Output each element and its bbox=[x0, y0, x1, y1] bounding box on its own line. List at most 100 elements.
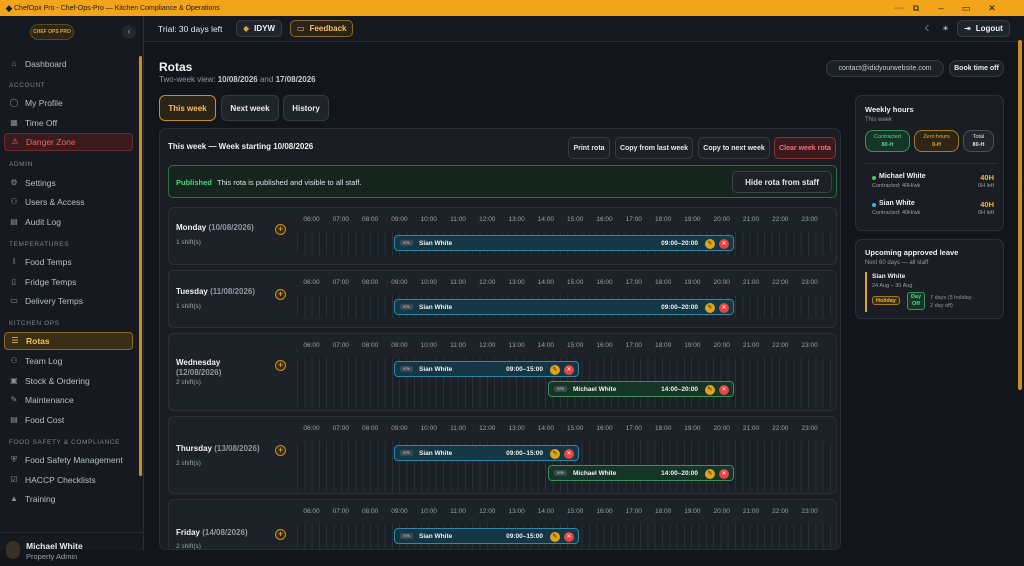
shift-bar[interactable]: KPA Sian White 09:00–15:00 ✎ ✕ bbox=[394, 445, 579, 461]
delete-shift-icon[interactable]: ✕ bbox=[719, 303, 729, 313]
copy-from-last-week-button[interactable]: Copy from last week bbox=[615, 137, 693, 159]
sidebar-item-maintenance[interactable]: ✎ Maintenance bbox=[4, 391, 133, 409]
hour-label: 14:00 bbox=[537, 279, 555, 286]
hour-label: 19:00 bbox=[684, 216, 701, 223]
maximize-icon[interactable]: ▭ bbox=[960, 2, 972, 14]
sidebar-item-food-temps[interactable]: Ⅰ Food Temps bbox=[4, 253, 133, 271]
delete-shift-icon[interactable]: ✕ bbox=[719, 385, 729, 395]
delete-shift-icon[interactable]: ✕ bbox=[719, 469, 729, 479]
sidebar-item-stock-ordering[interactable]: ▣ Stock & Ordering bbox=[4, 372, 133, 390]
clipboard-icon: ▤ bbox=[10, 217, 18, 226]
hour-label: 12:00 bbox=[479, 508, 496, 515]
tab-next-week[interactable]: Next week bbox=[221, 95, 279, 121]
print-rota-button[interactable]: Print rota bbox=[568, 137, 610, 159]
logout-button[interactable]: ⇥ Logout bbox=[957, 20, 1010, 37]
shift-bar[interactable]: KPA Sian White 09:00–20:00 ✎ ✕ bbox=[394, 299, 734, 315]
status-badge: Published bbox=[176, 178, 212, 187]
sidebar-item-dashboard[interactable]: ⌂ Dashboard bbox=[4, 55, 133, 73]
logout-icon: ⇥ bbox=[964, 24, 971, 33]
staff-hours-row: Sian White Contracted: 40H/wk 40H 0H lef… bbox=[872, 200, 994, 216]
edit-shift-icon[interactable]: ✎ bbox=[550, 365, 560, 375]
day-card-thursday: Thursday (13/08/2026) 2 shift(s) + 06:00… bbox=[168, 416, 837, 494]
edit-shift-icon[interactable]: ✎ bbox=[705, 385, 715, 395]
edit-shift-icon[interactable]: ✎ bbox=[705, 469, 715, 479]
edit-shift-icon[interactable]: ✎ bbox=[550, 449, 560, 459]
timeline: 06:00 07:00 08:00 09:00 10:00 11:00 12:00 13:00… bbox=[297, 279, 831, 325]
delete-shift-icon[interactable]: ✕ bbox=[564, 365, 574, 375]
hour-label: 16:00 bbox=[596, 216, 613, 223]
hour-label: 17:00 bbox=[625, 279, 642, 286]
shift-bar[interactable]: KPA Michael White 14:00–20:00 ✎ ✕ bbox=[548, 465, 734, 481]
tab-this-week[interactable]: This week bbox=[159, 95, 216, 121]
hour-label: 13:00 bbox=[508, 216, 525, 223]
section-temperatures: TEMPERATURES bbox=[9, 241, 70, 248]
feedback-button[interactable]: ▭ Feedback bbox=[290, 20, 354, 37]
add-shift-button[interactable]: + bbox=[275, 529, 286, 540]
window-menu-icon[interactable]: ⋯ bbox=[893, 2, 905, 14]
section-kitchen-ops: KITCHEN OPS bbox=[9, 320, 60, 327]
org-switcher[interactable]: ◆ IDYW bbox=[236, 20, 283, 37]
hour-label: 21:00 bbox=[742, 342, 760, 349]
hide-rota-button[interactable]: Hide rota from staff bbox=[732, 171, 832, 193]
sidebar-item-danger-zone[interactable]: ⚠ Danger Zone bbox=[4, 133, 133, 151]
sidebar-item-audit-log[interactable]: ▤ Audit Log bbox=[4, 213, 133, 231]
book-time-off-button[interactable]: Book time off bbox=[949, 60, 1004, 77]
hour-label: 19:00 bbox=[684, 279, 701, 286]
shift-bar[interactable]: KPA Sian White 09:00–15:00 ✎ ✕ bbox=[394, 528, 579, 544]
leave-subtitle: Next 60 days — all staff bbox=[865, 260, 929, 266]
collapse-sidebar-icon[interactable]: ‹ bbox=[122, 25, 136, 39]
delete-shift-icon[interactable]: ✕ bbox=[719, 239, 729, 249]
shift-bar[interactable]: KPA Sian White 09:00–20:00 ✎ ✕ bbox=[394, 235, 734, 251]
total-chip: Total 80-H bbox=[963, 130, 994, 152]
edit-shift-icon[interactable]: ✎ bbox=[705, 303, 715, 313]
clear-week-rota-button[interactable]: Clear week rota bbox=[774, 137, 836, 159]
hour-label: 06:00 bbox=[303, 279, 320, 286]
minimize-icon[interactable]: – bbox=[935, 2, 947, 14]
edit-shift-icon[interactable]: ✎ bbox=[550, 532, 560, 542]
status-dot bbox=[872, 203, 876, 207]
hour-label: 11:00 bbox=[450, 279, 466, 286]
tab-history[interactable]: History bbox=[283, 95, 329, 121]
hour-label: 08:00 bbox=[361, 216, 379, 223]
shift-bar[interactable]: KPA Sian White 09:00–15:00 ✎ ✕ bbox=[394, 361, 579, 377]
sidebar-item-food-cost[interactable]: ▤ Food Cost bbox=[4, 411, 133, 429]
add-shift-button[interactable]: + bbox=[275, 445, 286, 456]
dark-mode-icon[interactable]: ☾ bbox=[920, 20, 937, 37]
contact-email[interactable]: contact@ididyourwebsite.com bbox=[826, 60, 944, 77]
hour-label: 17:00 bbox=[625, 508, 642, 515]
hour-label: 21:00 bbox=[742, 425, 760, 432]
close-window-icon[interactable]: ✕ bbox=[986, 2, 998, 14]
sidebar-item-users-access[interactable]: ⚇ Users & Access bbox=[4, 193, 133, 211]
extensions-icon[interactable]: ⧉ bbox=[910, 2, 922, 14]
sidebar-item-rotas[interactable]: ☰ Rotas bbox=[4, 332, 133, 350]
add-shift-button[interactable]: + bbox=[275, 289, 286, 300]
sidebar-item-settings[interactable]: ⚙ Settings bbox=[4, 174, 133, 192]
hour-label: 20:00 bbox=[713, 216, 730, 223]
sidebar-scrollbar[interactable] bbox=[139, 56, 142, 476]
hour-label: 18:00 bbox=[654, 279, 672, 286]
add-shift-button[interactable]: + bbox=[275, 224, 286, 235]
sidebar-item-fridge-temps[interactable]: ▯ Fridge Temps bbox=[4, 273, 133, 291]
delete-shift-icon[interactable]: ✕ bbox=[564, 449, 574, 459]
sidebar-item-delivery-temps[interactable]: ▭ Delivery Temps bbox=[4, 292, 133, 310]
sidebar-item-haccp-checklists[interactable]: ☑ HACCP Checklists bbox=[4, 471, 133, 489]
hour-label: 10:00 bbox=[420, 279, 437, 286]
main-scrollbar[interactable] bbox=[1018, 40, 1022, 390]
hour-label: 14:00 bbox=[537, 508, 555, 515]
add-shift-button[interactable]: + bbox=[275, 360, 286, 371]
sidebar-item-food-safety-management[interactable]: ⛨ Food Safety Management bbox=[4, 451, 133, 469]
sidebar-item-team-log[interactable]: ⚇ Team Log bbox=[4, 352, 133, 370]
delete-shift-icon[interactable]: ✕ bbox=[564, 532, 574, 542]
sidebar-item-time-off[interactable]: ▦ Time Off bbox=[4, 114, 133, 132]
sidebar-item-training[interactable]: ▲ Training bbox=[4, 490, 133, 508]
shift-count: 2 shift(s) bbox=[176, 460, 201, 467]
shift-bar[interactable]: KPA Michael White 14:00–20:00 ✎ ✕ bbox=[548, 381, 734, 397]
sidebar-item-my-profile[interactable]: ◯ My Profile bbox=[4, 94, 133, 112]
light-mode-icon[interactable]: ☀ bbox=[937, 20, 954, 37]
hour-label: 23:00 bbox=[801, 279, 818, 286]
rota-panel: This week — Week starting 10/08/2026 Pri… bbox=[159, 128, 841, 550]
user-profile[interactable]: Michael White Property Admin bbox=[0, 532, 143, 566]
hour-label: 11:00 bbox=[450, 508, 466, 515]
copy-to-next-week-button[interactable]: Copy to next week bbox=[698, 137, 770, 159]
edit-shift-icon[interactable]: ✎ bbox=[705, 239, 715, 249]
